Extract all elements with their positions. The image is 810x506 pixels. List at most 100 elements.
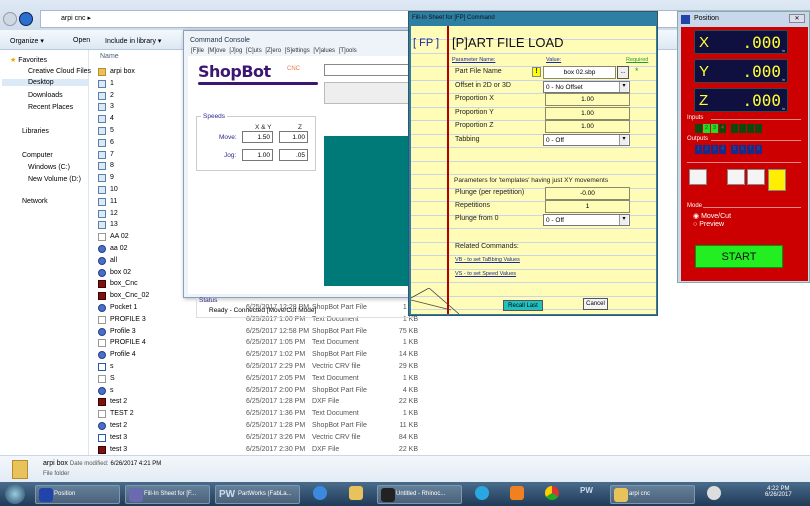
back-button[interactable]	[3, 12, 17, 26]
file-row[interactable]: S 6/25/2017 2:05 PM Text Document 1 KB	[98, 374, 428, 385]
keypad-icon[interactable]	[768, 169, 786, 191]
z-jog-icon[interactable]	[747, 169, 765, 185]
nav-network[interactable]: Network	[22, 198, 48, 205]
sbp-file-icon	[98, 422, 106, 430]
xy-jog-icon[interactable]	[727, 169, 745, 185]
jog-z-input[interactable]: .05	[279, 149, 308, 161]
file-name: s	[110, 386, 114, 394]
file-row[interactable]: TEST 2 6/25/2017 1:36 PM Text Document 1 …	[98, 409, 428, 420]
start-orb[interactable]	[5, 484, 25, 504]
taskbar-fill-in-sheet[interactable]: Fill-In Sheet for [F...	[125, 485, 210, 504]
organize-button[interactable]: Organize ▾	[10, 37, 44, 45]
nav-new-volume-d[interactable]: New Volume (D:)	[28, 176, 81, 183]
start-button[interactable]: START	[695, 245, 783, 268]
nav-favorites[interactable]: ★ Favorites	[10, 56, 47, 64]
dxf-file-icon	[98, 280, 106, 289]
internet-explorer-icon[interactable]	[313, 486, 327, 500]
param-proportion-y: Proportion Y	[455, 109, 494, 116]
file-name: TEST 2	[110, 410, 134, 418]
mode-preview[interactable]: ○ Preview	[693, 221, 724, 228]
nav-downloads[interactable]: Downloads	[28, 92, 63, 99]
snipping-tool-icon[interactable]	[707, 486, 721, 500]
mode-move-cut[interactable]: ◉ Move/Cut	[693, 212, 731, 220]
nav-windows-c[interactable]: Windows (C:)	[28, 164, 70, 171]
repetitions-input[interactable]: 1	[545, 200, 630, 213]
nav-libraries[interactable]: Libraries	[22, 128, 49, 135]
link-vs[interactable]: VS - to set Speed Values	[455, 271, 516, 277]
file-name: test 2	[110, 422, 128, 429]
column-header-name[interactable]: Name	[100, 53, 119, 60]
recall-last-button[interactable]: Recall Last	[503, 300, 543, 311]
chrome-icon[interactable]	[545, 486, 559, 500]
file-row[interactable]: test 2 6/25/2017 1:28 PM DXF File 22 KB	[98, 397, 428, 408]
taskbar-position[interactable]: Position	[35, 485, 120, 504]
file-type: DXF File	[312, 398, 340, 406]
file-size: 4 KB	[402, 386, 418, 394]
file-row[interactable]: test 3 6/25/2017 3:26 PM Vectric CRV file…	[98, 433, 428, 444]
jog-xy-input[interactable]: 1.00	[242, 149, 273, 161]
warning-icon[interactable]: !	[532, 67, 541, 77]
taskbar-partworks[interactable]: PW PartWorks (FabLa...	[215, 485, 300, 504]
offset-dropdown[interactable]: 0 - No Offset	[543, 81, 630, 93]
proportion-z-input[interactable]: 1.00	[545, 120, 630, 133]
input-indicator: 6	[739, 124, 746, 133]
media-player-icon[interactable]	[510, 486, 524, 500]
file-row[interactable]: PROFILE 4 6/25/2017 1:05 PM Text Document…	[98, 338, 428, 349]
include-in-library-button[interactable]: Include in library ▾	[105, 37, 161, 45]
file-name: PROFILE 3	[110, 315, 146, 323]
tabbing-dropdown[interactable]: 0 - Off	[543, 134, 630, 146]
file-name: 6	[110, 138, 114, 146]
outputs-label: Outputs	[687, 136, 709, 142]
nav-desktop[interactable]: Desktop	[2, 79, 88, 86]
clock[interactable]: 4:22 PM 6/26/2017	[765, 486, 792, 498]
file-name: box 02	[110, 268, 132, 276]
file-row[interactable]: test 2 6/25/2017 1:28 PM ShopBot Part Fil…	[98, 421, 428, 432]
browse-button[interactable]: ...	[617, 66, 629, 79]
file-row[interactable]: Profile 3 6/25/2017 12:58 PM ShopBot Part…	[98, 327, 428, 338]
file-row[interactable]: s 6/25/2017 2:00 PM ShopBot Part File 4 K…	[98, 386, 428, 397]
folder-icon	[12, 460, 28, 479]
file-name: 9	[110, 174, 114, 182]
axis-value: .000	[742, 33, 781, 52]
nav-computer[interactable]: Computer	[22, 152, 53, 159]
file-row[interactable]: s 6/25/2017 2:29 PM Vectric CRV file 29 K…	[98, 362, 428, 373]
console-menu-bar[interactable]: [F]ile [M]ove [J]og [C]uts [Z]ero [S]ett…	[191, 48, 357, 54]
command-heading: [P]ART FILE LOAD	[452, 35, 564, 50]
app-c-icon[interactable]	[475, 486, 489, 500]
plunge-from-0-dropdown[interactable]: 0 - Off	[543, 214, 630, 226]
move-z-input[interactable]: 1.00	[279, 131, 308, 143]
taskbar-rhino[interactable]: Untitled - Rhinoc...	[377, 485, 462, 504]
proportion-y-input[interactable]: 1.00	[545, 107, 630, 120]
status-label: Status	[199, 297, 218, 304]
open-button[interactable]: Open	[73, 37, 90, 44]
mode-label: Mode	[687, 203, 703, 209]
zero-tool-icon[interactable]	[689, 169, 707, 185]
file-row[interactable]: test 3 6/25/2017 2:30 PM DXF File 22 KB	[98, 445, 428, 456]
file-name: PROFILE 4	[110, 339, 146, 347]
inputs-label: Inputs	[687, 115, 704, 121]
nav-recent-places[interactable]: Recent Places	[28, 104, 73, 111]
link-vb[interactable]: VB - to set TaBbing Values	[455, 257, 520, 263]
breadcrumb-arpi-cnc[interactable]: arpi cnc	[61, 15, 86, 22]
crv-file-icon	[98, 433, 106, 442]
file-type: Text Document	[312, 339, 359, 347]
file-row[interactable]: Profile 4 6/25/2017 1:02 PM ShopBot Part …	[98, 350, 428, 361]
file-name: aa 02	[110, 245, 128, 252]
cancel-button[interactable]: Cancel	[583, 298, 608, 310]
command-input[interactable]	[324, 64, 410, 76]
close-button[interactable]: ✕	[789, 14, 805, 23]
output-indicator: 4	[719, 145, 726, 154]
taskbar-arpi-cnc[interactable]: arpi cnc	[610, 485, 695, 504]
part-file-name-input[interactable]: box 02.sbp	[543, 66, 616, 79]
move-xy-input[interactable]: 1.50	[242, 131, 273, 143]
file-date: 6/25/2017 2:29 PM	[246, 363, 306, 370]
file-name: Profile 3	[110, 327, 136, 335]
file-explorer-icon[interactable]	[349, 486, 363, 500]
partworks-3d-icon[interactable]: PW	[580, 486, 594, 500]
taskbar-label: Untitled - Rhinoc...	[396, 491, 446, 497]
forward-button[interactable]	[19, 12, 33, 26]
nav-creative-cloud[interactable]: Creative Cloud Files	[28, 68, 91, 75]
plunge-input[interactable]: -0.00	[545, 187, 630, 200]
proportion-x-input[interactable]: 1.00	[545, 93, 630, 106]
output-indicator: 6	[739, 145, 746, 154]
